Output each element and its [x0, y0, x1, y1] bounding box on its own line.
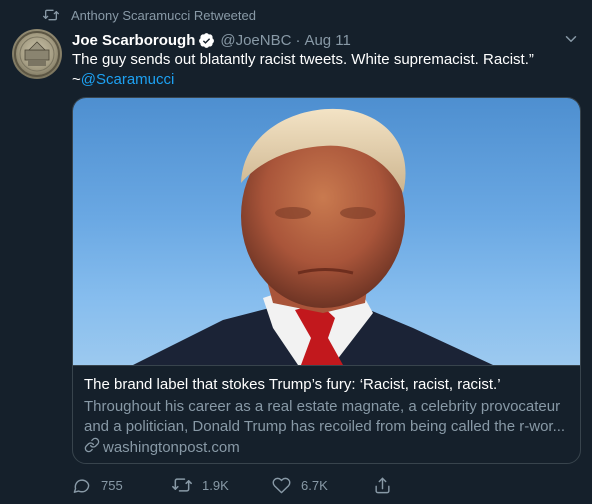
author-handle[interactable]: @JoeNBC	[220, 32, 291, 49]
reply-count: 755	[101, 477, 123, 493]
action-bar: 755 1.9K 6.7K	[72, 474, 392, 496]
reply-button[interactable]: 755	[72, 476, 172, 495]
tweet[interactable]: Anthony Scaramucci Retweeted Joe Scarbor…	[0, 0, 592, 504]
retweet-count: 1.9K	[202, 477, 229, 493]
retweet-action-icon	[172, 476, 192, 494]
retweet-button[interactable]: 1.9K	[172, 476, 272, 494]
card-title[interactable]: The brand label that stokes Trump’s fury…	[84, 375, 569, 395]
card-domain[interactable]: washingtonpost.com	[84, 437, 569, 459]
retweet-label[interactable]: Anthony Scaramucci Retweeted	[71, 8, 256, 23]
share-icon	[373, 476, 392, 495]
share-button[interactable]	[373, 476, 392, 495]
like-count: 6.7K	[301, 477, 328, 493]
tweet-date[interactable]: Aug 11	[304, 32, 350, 49]
card-image[interactable]	[73, 98, 580, 365]
author-name[interactable]: Joe Scarborough	[72, 32, 195, 49]
card-domain-text: washingtonpost.com	[103, 439, 240, 456]
tweet-text: The guy sends out blatantly racist tweet…	[72, 50, 577, 90]
link-card[interactable]: The brand label that stokes Trump’s fury…	[72, 97, 581, 464]
mention-prefix: ~	[72, 71, 81, 88]
tweet-body: The guy sends out blatantly racist tweet…	[72, 51, 534, 68]
mention-link[interactable]: @Scaramucci	[81, 71, 175, 88]
separator-dot: ·	[295, 31, 301, 49]
avatar[interactable]	[12, 29, 62, 79]
retweet-context: Anthony Scaramucci Retweeted	[43, 6, 256, 24]
card-description-line2: and a politician, Donald Trump has recoi…	[84, 418, 566, 435]
like-button[interactable]: 6.7K	[272, 476, 373, 495]
link-icon	[84, 437, 100, 459]
heart-icon	[272, 476, 291, 495]
card-description: Throughout his career as a real estate m…	[84, 397, 569, 437]
retweet-icon	[43, 8, 59, 22]
chevron-down-icon[interactable]	[562, 30, 580, 48]
card-body[interactable]: The brand label that stokes Trump’s fury…	[73, 365, 580, 463]
card-description-line1: Throughout his career as a real estate m…	[84, 398, 561, 415]
tweet-header: Joe Scarborough @JoeNBC · Aug 11	[72, 30, 351, 50]
verified-badge-icon	[198, 32, 215, 49]
reply-icon	[72, 476, 91, 495]
